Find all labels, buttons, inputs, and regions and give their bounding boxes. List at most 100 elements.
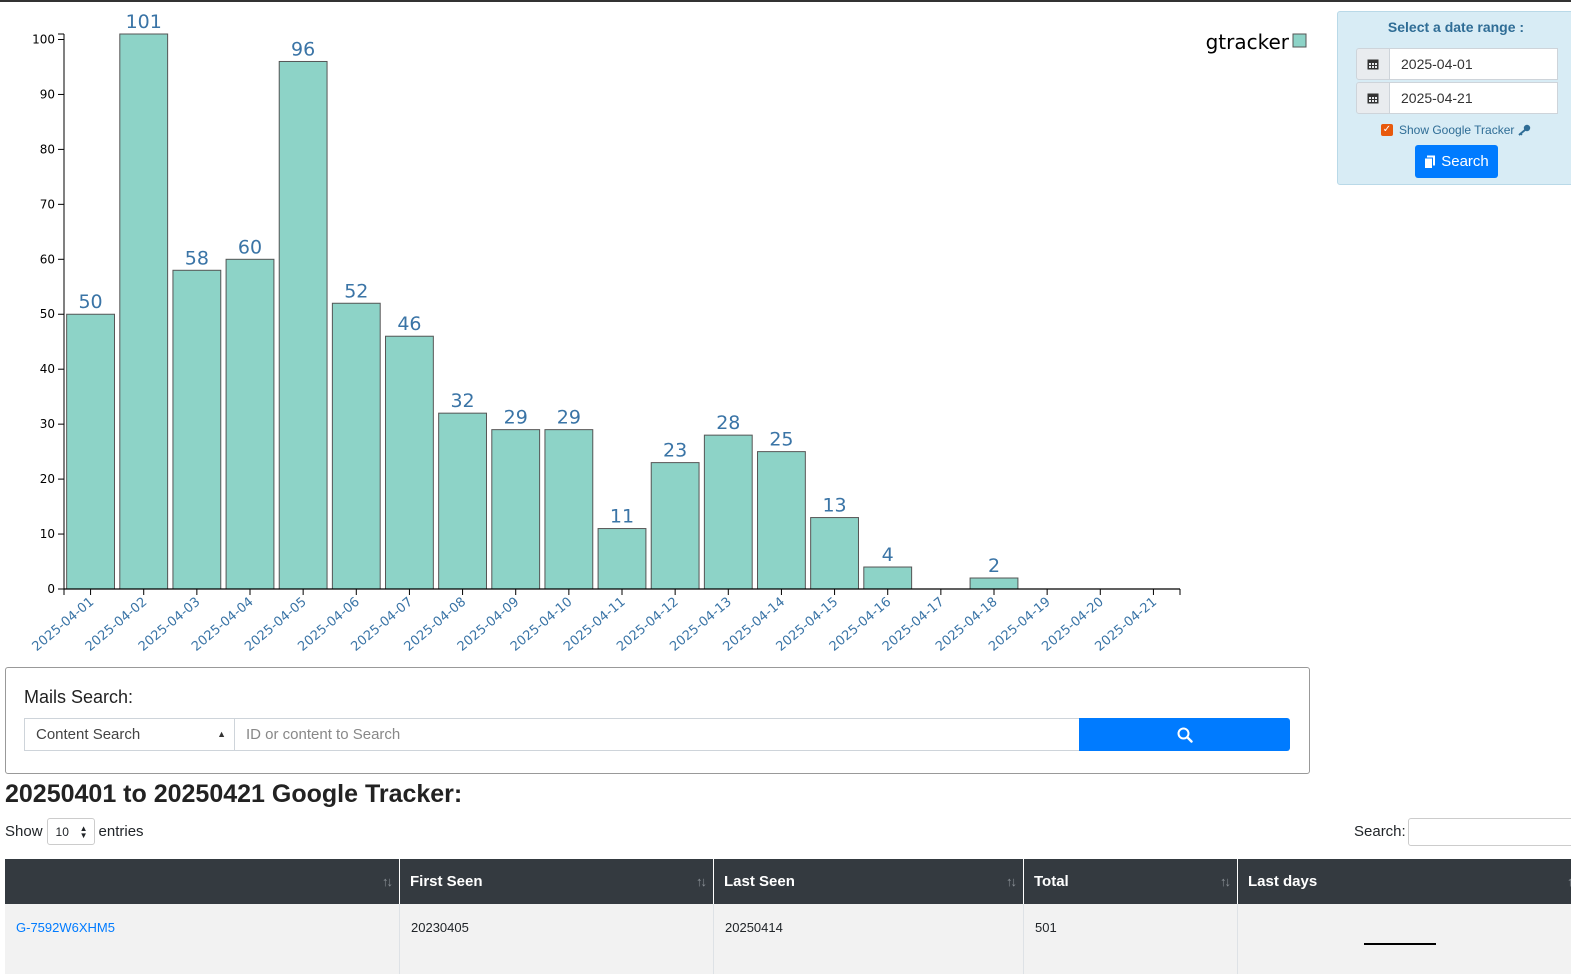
y-tick-label: 30 [40, 417, 55, 431]
sort-icon: ↑↓ [696, 874, 707, 889]
entries-length-value: 10 [55, 824, 69, 839]
bar-value-label: 32 [450, 390, 474, 412]
bar [438, 412, 487, 590]
sort-icon: ↑↓ [1567, 874, 1571, 889]
bar [597, 528, 647, 590]
sort-icon: ↑↓ [382, 874, 393, 889]
bar [863, 566, 913, 590]
google-tracker-label: Show Google Tracker [1399, 123, 1515, 137]
search-type-value: Content Search [36, 726, 141, 743]
bar-value-label: 4 [882, 544, 894, 566]
x-axis: 2025-04-012025-04-022025-04-032025-04-04… [30, 588, 1181, 655]
cell-id: G-7592W6XHM5 [5, 904, 400, 974]
bar-value-label: 25 [769, 429, 793, 451]
bar [225, 258, 275, 590]
bar-value-label: 23 [663, 440, 687, 462]
column-header-first-seen[interactable]: First Seen ↑↓ [400, 859, 714, 904]
column-header-total[interactable]: Total ↑↓ [1024, 859, 1238, 904]
y-tick-label: 10 [40, 527, 55, 541]
table-row: G-7592W6XHM5 20230405 20250414 501 [5, 904, 1571, 974]
bar [810, 517, 859, 590]
cell-last-days [1238, 904, 1571, 974]
bar [172, 269, 222, 590]
date-search-button[interactable]: Search [1415, 145, 1498, 178]
bar-value-label: 29 [504, 407, 528, 429]
y-tick-label: 60 [40, 252, 55, 266]
date-search-label: Search [1441, 153, 1489, 170]
y-tick-label: 90 [40, 87, 55, 101]
end-date-group: 2025-04-21 [1356, 82, 1558, 114]
bar [385, 335, 434, 590]
y-axis: 0 10 20 30 40 50 60 70 80 90 100 [32, 32, 65, 596]
key-icon [1518, 124, 1531, 136]
table-header: ↑↓ First Seen ↑↓ Last Seen ↑↓ Total ↑↓ Last… [5, 859, 1571, 904]
date-range-title: Select a date range : [1387, 19, 1525, 35]
sort-icon: ↑↓ [1006, 874, 1017, 889]
mails-search-panel: Mails Search: Content Search ▲ ID or con… [5, 667, 1310, 774]
y-tick-label: 70 [40, 197, 55, 211]
legend-label: gtracker [1206, 30, 1290, 54]
select-caret-icon: ▲ [217, 729, 226, 739]
mail-search-button[interactable] [1079, 718, 1290, 751]
cell-first-seen: 20230405 [400, 904, 714, 974]
entries-length-select[interactable]: 10 ▲ ▼ [46, 818, 95, 845]
y-tick-label: 100 [32, 32, 55, 46]
bar [969, 577, 1019, 590]
mail-search-input[interactable]: ID or content to Search [235, 718, 1080, 751]
bar [331, 302, 381, 590]
bar [650, 462, 700, 590]
mails-search-title: Mails Search: [24, 687, 134, 707]
bar [119, 33, 169, 590]
search-icon [1177, 727, 1193, 743]
table-search-input[interactable] [1408, 818, 1571, 846]
select-arrows-icon: ▲ ▼ [79, 823, 88, 840]
start-date-input[interactable]: 2025-04-01 [1390, 48, 1558, 80]
entries-label: entries [98, 823, 144, 840]
google-tracker-toggle[interactable]: ✓ Show Google Tracker [1381, 123, 1531, 137]
bar [278, 60, 328, 590]
bar [544, 429, 594, 590]
chart-legend: gtracker [1206, 30, 1307, 54]
legend-swatch [1292, 33, 1307, 48]
google-tracker-checkbox[interactable]: ✓ [1381, 124, 1393, 136]
bar-value-label: 11 [610, 506, 634, 528]
show-label: Show [5, 823, 43, 840]
date-range-panel: Select a date range : 2025-04-01 2025-04… [1337, 11, 1571, 185]
bar [703, 434, 753, 590]
bar [66, 313, 115, 590]
tracker-id-link[interactable]: G-7592W6XHM5 [16, 920, 115, 935]
bar-chart: 0 10 20 30 40 50 60 70 80 90 100 50 101 58 60 96 52 46 32… [30, 11, 1307, 655]
bar-value-label: 29 [557, 407, 581, 429]
calendar-icon [1356, 82, 1390, 114]
bar-value-label: 13 [822, 495, 846, 517]
calendar-icon [1356, 48, 1390, 80]
y-tick-label: 50 [40, 307, 55, 321]
copy-icon [1424, 155, 1436, 169]
bar-value-label: 28 [716, 412, 740, 434]
bar-value-label: 46 [397, 313, 421, 335]
last-days-sparkline [1364, 943, 1436, 945]
column-header-last-days[interactable]: Last days↑↓ [1238, 859, 1571, 904]
bar [757, 451, 806, 590]
y-tick-label: 80 [40, 142, 55, 156]
column-header-id[interactable]: ↑↓ [5, 859, 400, 904]
y-tick-label: 20 [40, 472, 55, 486]
cell-total: 501 [1024, 904, 1238, 974]
bar-value-label: 58 [185, 247, 209, 269]
tracker-table: ↑↓ First Seen ↑↓ Last Seen ↑↓ Total ↑↓ Last… [5, 859, 1571, 974]
page-title: 20250401 to 20250421 Google Tracker: [5, 780, 463, 808]
y-tick-label: 0 [47, 582, 55, 596]
bar-value-label: 52 [344, 280, 368, 302]
column-header-last-seen[interactable]: Last Seen ↑↓ [714, 859, 1024, 904]
table-search-label: Search: [1354, 823, 1406, 840]
search-type-select[interactable]: Content Search ▲ [24, 718, 235, 751]
bar-value-label: 60 [238, 236, 262, 258]
end-date-input[interactable]: 2025-04-21 [1390, 82, 1558, 114]
bar [491, 429, 541, 590]
cell-last-seen: 20250414 [714, 904, 1024, 974]
bar-value-label: 96 [291, 38, 315, 60]
bar-value-label: 2 [988, 555, 1000, 577]
y-tick-label: 40 [40, 362, 55, 376]
table-length-control: Show 10 ▲ ▼ entries [5, 818, 144, 845]
sort-icon: ↑↓ [1220, 874, 1231, 889]
